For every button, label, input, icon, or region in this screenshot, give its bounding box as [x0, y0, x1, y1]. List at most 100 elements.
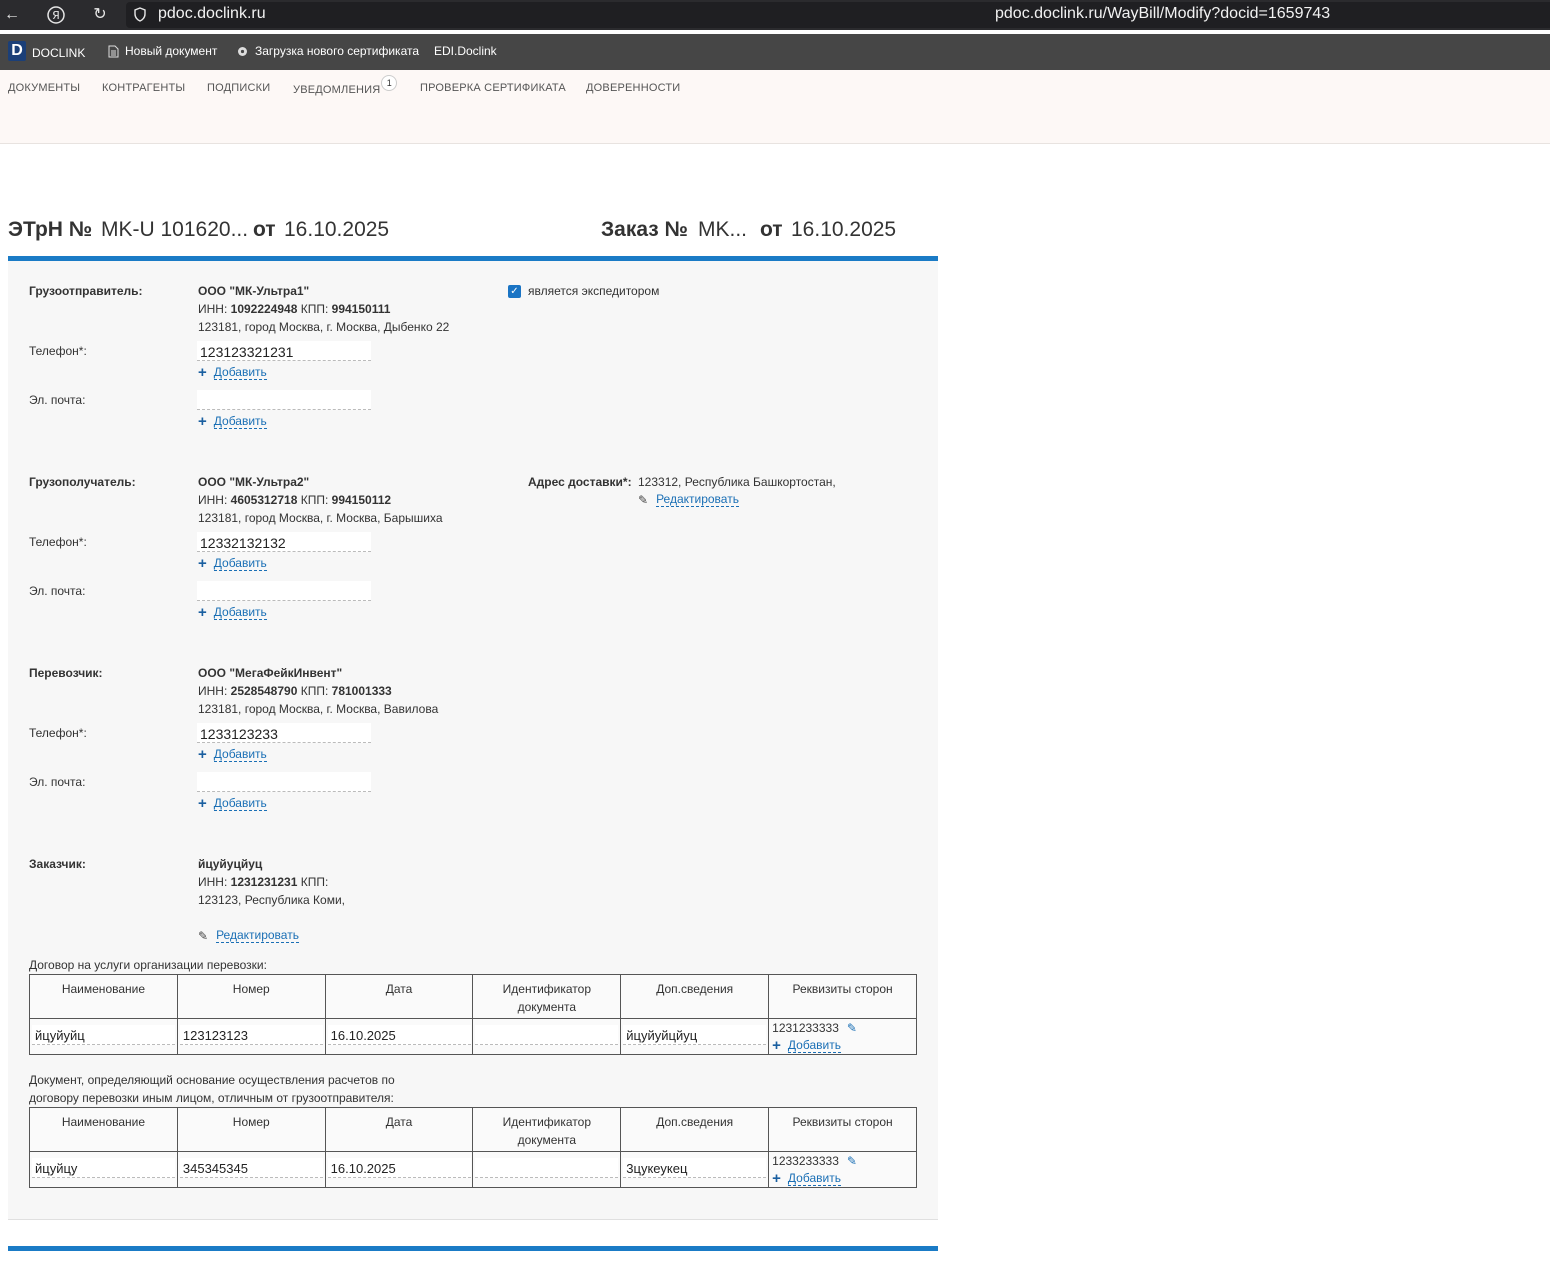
carrier-inn: 2528548790: [230, 684, 298, 698]
nav-notifications-label: УВЕДОМЛЕНИЯ: [293, 84, 381, 96]
table-cell: [472, 1151, 622, 1188]
consignee-ids: ИНН: 4605312718 КПП: 994150112: [198, 493, 391, 507]
settlement-date-input[interactable]: 16.10.2025: [327, 1158, 471, 1178]
settlement-table: Наименование Номер Дата Идентификатор до…: [29, 1107, 917, 1188]
shield-icon: [134, 7, 146, 22]
edi-doclink-link[interactable]: EDI.Doclink: [434, 44, 497, 58]
plus-icon: +: [772, 1037, 781, 1054]
consignee-add-email-link[interactable]: + Добавить: [198, 604, 267, 621]
order-date: 16.10.2025: [791, 218, 897, 241]
carrier-add-email-link[interactable]: + Добавить: [198, 796, 267, 811]
settlement-caption-line1: Документ, определяющий основание осущест…: [29, 1073, 395, 1087]
settlement-add-requisites-link[interactable]: + Добавить: [772, 1170, 841, 1187]
add-label: Добавить: [213, 414, 267, 429]
shipper-phone-input[interactable]: 123123321231: [197, 341, 371, 361]
pencil-icon[interactable]: ✎: [847, 1154, 857, 1168]
nav-counterparties[interactable]: КОНТРАГЕНТЫ: [102, 82, 185, 94]
forwarder-checkbox[interactable]: ✓: [508, 285, 521, 298]
kpp-label: КПП:: [300, 493, 329, 507]
plus-icon: +: [198, 604, 207, 621]
add-label: Добавить: [213, 365, 267, 380]
settlement-extra-input[interactable]: 3цукеукец: [623, 1158, 767, 1178]
carrier-name: ООО "МегаФейкИнвент": [198, 666, 343, 680]
nav-subscriptions[interactable]: ПОДПИСКИ: [207, 82, 270, 94]
table-cell: 1233233333 ✎ + Добавить: [768, 1151, 917, 1188]
nav-documents[interactable]: ДОКУМЕНТЫ: [8, 82, 80, 94]
contract-caption: Договор на услуги организации перевозки:: [29, 958, 267, 972]
kpp-label: КПП:: [300, 302, 329, 316]
delivery-address-value: 123312, Республика Башкортостан,: [638, 475, 836, 489]
plus-icon: +: [772, 1170, 781, 1187]
panel-bottom-border: [8, 1219, 938, 1220]
order-from-label: от: [760, 218, 783, 241]
address-bar[interactable]: pdoc.doclink.ru pdoc.doclink.ru/WayBill/…: [126, 2, 1550, 28]
consignee-phone-input[interactable]: 12332132132: [197, 532, 371, 552]
kpp-label: КПП:: [300, 684, 329, 698]
table-cell: йцуйуйц: [29, 1018, 178, 1055]
table-cell: йцуйцу: [29, 1151, 178, 1188]
contract-name-input[interactable]: йцуйуйц: [32, 1025, 175, 1045]
consignee-add-phone-link[interactable]: + Добавить: [198, 556, 267, 571]
column-header: Доп.сведения: [620, 974, 770, 1019]
column-header: Идентификатор документа: [472, 974, 622, 1019]
etrn-from-label: от: [253, 218, 276, 241]
shipper-add-email-link[interactable]: + Добавить: [198, 414, 267, 429]
carrier-email-label: Эл. почта:: [29, 775, 86, 789]
plus-icon: +: [198, 364, 207, 381]
column-header: Идентификатор документа: [472, 1107, 622, 1152]
kpp-label: КПП:: [300, 875, 329, 889]
shipper-address: 123181, город Москва, г. Москва, Дыбенко…: [198, 320, 450, 334]
shipper-inn: 1092224948: [230, 302, 298, 316]
consignee-label: Грузополучатель:: [29, 475, 136, 489]
settlement-identifier-input[interactable]: [475, 1158, 619, 1178]
nav-certificate-check[interactable]: ПРОВЕРКА СЕРТИФИКАТА: [420, 82, 566, 94]
pencil-icon[interactable]: ✎: [847, 1021, 857, 1035]
table-cell: йцуйуйцйуц: [620, 1018, 770, 1055]
shipper-email-label: Эл. почта:: [29, 393, 86, 407]
contract-add-requisites-link[interactable]: + Добавить: [772, 1037, 841, 1054]
customer-edit-link[interactable]: ✎ Редактировать: [198, 929, 299, 943]
svg-text:Я: Я: [52, 9, 60, 22]
contract-date-input[interactable]: 16.10.2025: [327, 1025, 471, 1045]
new-document-link[interactable]: Новый документ: [108, 44, 217, 58]
back-arrow-icon[interactable]: ←: [0, 3, 24, 27]
shipper-add-phone-link[interactable]: + Добавить: [198, 364, 267, 381]
table-row: йцуйцу 345345345 16.10.2025 3цукеукец 12…: [29, 1151, 917, 1188]
contract-extra-input[interactable]: йцуйуйцйуц: [623, 1025, 767, 1045]
etrn-date: 16.10.2025: [284, 218, 390, 241]
nav-powers-of-attorney[interactable]: ДОВЕРЕННОСТИ: [586, 82, 680, 94]
consignee-address: 123181, город Москва, г. Москва, Барыших…: [198, 511, 443, 525]
add-label: Добавить: [787, 1171, 841, 1186]
add-label: Добавить: [787, 1038, 841, 1053]
yandex-icon[interactable]: Я: [44, 3, 68, 27]
table-cell: [472, 1018, 622, 1055]
contract-identifier-input[interactable]: [475, 1025, 619, 1045]
pencil-icon: ✎: [198, 929, 209, 943]
shipper-label: Грузоотправитель:: [29, 284, 143, 298]
shipper-email-input[interactable]: [197, 390, 371, 410]
carrier-email-input[interactable]: [197, 772, 371, 792]
document-icon: [108, 45, 119, 57]
settlement-number-input[interactable]: 345345345: [179, 1158, 323, 1178]
inn-label: ИНН:: [198, 684, 228, 698]
nav-notifications[interactable]: УВЕДОМЛЕНИЯ1: [293, 75, 398, 98]
reload-icon[interactable]: ↻: [88, 3, 112, 27]
carrier-address: 123181, город Москва, г. Москва, Вавилов…: [198, 702, 439, 716]
carrier-kpp: 781001333: [331, 684, 392, 698]
shipper-ids: ИНН: 1092224948 КПП: 994150111: [198, 302, 390, 316]
carrier-add-phone-link[interactable]: + Добавить: [198, 747, 267, 762]
delivery-address-edit-link[interactable]: ✎ Редактировать: [638, 493, 739, 507]
address-host: pdoc.doclink.ru: [158, 5, 266, 22]
new-document-label: Новый документ: [125, 44, 218, 58]
brand-link[interactable]: D DOCLINK: [8, 41, 85, 61]
consignee-email-input[interactable]: [197, 581, 371, 601]
contract-number-input[interactable]: 123123123: [179, 1025, 323, 1045]
order-label: Заказ №: [601, 218, 688, 241]
shipper-name: ООО "МК-Ультра1": [198, 284, 310, 298]
table-cell: 345345345: [176, 1151, 326, 1188]
upload-certificate-link[interactable]: Загрузка нового сертификата: [236, 44, 419, 58]
customer-name: йцуйуцйуц: [198, 857, 263, 871]
carrier-phone-input[interactable]: 1233123233: [197, 723, 371, 743]
column-header: Номер: [176, 1107, 326, 1152]
settlement-name-input[interactable]: йцуйцу: [32, 1158, 175, 1178]
